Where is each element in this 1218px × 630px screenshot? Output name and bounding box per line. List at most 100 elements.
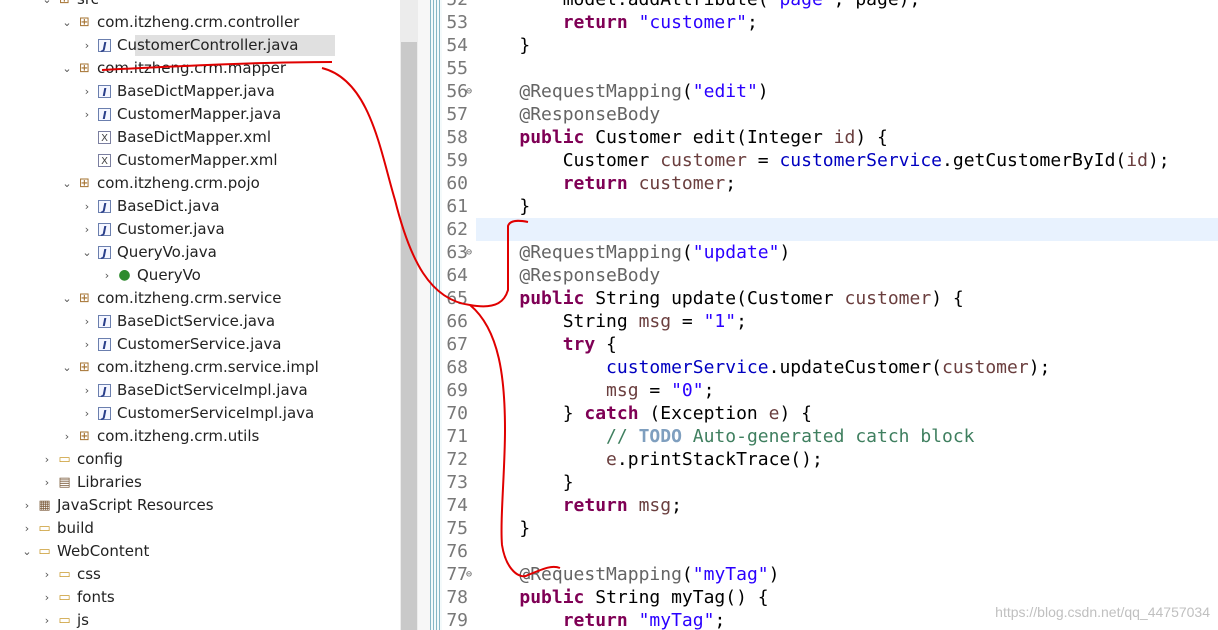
tree-item[interactable]: › ▤ Libraries <box>0 471 400 494</box>
code-line[interactable]: 74 return msg; <box>442 494 1218 517</box>
tree-item[interactable]: › J CustomerServiceImpl.java <box>0 402 400 425</box>
expand-chevron-icon[interactable]: ⌄ <box>60 287 74 310</box>
code-token: "0" <box>671 380 704 401</box>
code-line[interactable]: 77 ⊖ @RequestMapping("myTag") <box>442 563 1218 586</box>
tree-item[interactable]: ⌄ ▭ WebContent <box>0 540 400 563</box>
collapse-chevron-icon <box>80 126 94 149</box>
tree-item[interactable]: › I CustomerService.java <box>0 333 400 356</box>
code-token: ; <box>746 12 758 33</box>
code-text: } catch (Exception e) { <box>476 402 812 425</box>
expand-chevron-icon[interactable]: ⌄ <box>60 11 74 34</box>
code-text: try { <box>476 333 617 356</box>
collapse-chevron-icon[interactable]: › <box>80 34 94 57</box>
code-line[interactable]: 53 return "customer"; <box>442 11 1218 34</box>
collapse-chevron-icon[interactable]: › <box>80 218 94 241</box>
tree-item[interactable]: X CustomerMapper.xml <box>0 149 400 172</box>
code-line[interactable]: 59 Customer customer = customerService.g… <box>442 149 1218 172</box>
tree-item[interactable]: › I BaseDictMapper.java <box>0 80 400 103</box>
tree-item[interactable]: › I BaseDictService.java <box>0 310 400 333</box>
code-line[interactable]: 64 @ResponseBody <box>442 264 1218 287</box>
collapse-chevron-icon[interactable]: › <box>80 379 94 402</box>
fold-toggle-icon[interactable]: ⊖ <box>466 241 472 264</box>
collapse-chevron-icon[interactable]: › <box>40 586 54 609</box>
tree-item[interactable]: › ▭ css <box>0 563 400 586</box>
fold-toggle-icon[interactable]: ⊖ <box>466 563 472 586</box>
tree-item[interactable]: ⌄ ⊞ com.itzheng.crm.service <box>0 287 400 310</box>
code-token: customerService <box>779 150 943 171</box>
collapse-chevron-icon[interactable]: › <box>80 195 94 218</box>
code-line[interactable]: 57 @ResponseBody <box>442 103 1218 126</box>
code-line[interactable]: 58 public Customer edit(Integer id) { <box>442 126 1218 149</box>
code-line[interactable]: 76 <box>442 540 1218 563</box>
code-line[interactable]: 69 msg = "0"; <box>442 379 1218 402</box>
code-line[interactable]: 54 } <box>442 34 1218 57</box>
collapse-chevron-icon[interactable]: › <box>80 103 94 126</box>
scrollbar-thumb[interactable] <box>401 42 417 630</box>
collapse-chevron-icon[interactable]: › <box>100 264 114 287</box>
tree-item[interactable]: › J BaseDictServiceImpl.java <box>0 379 400 402</box>
collapse-chevron-icon[interactable]: › <box>40 609 54 630</box>
collapse-chevron-icon[interactable]: › <box>40 563 54 586</box>
code-line[interactable]: 68 customerService.updateCustomer(custom… <box>442 356 1218 379</box>
tree-item[interactable]: › ▦ JavaScript Resources <box>0 494 400 517</box>
collapse-chevron-icon[interactable]: › <box>80 80 94 103</box>
tree-item[interactable]: ⌄ J QueryVo.java <box>0 241 400 264</box>
tree-item[interactable]: › ▭ config <box>0 448 400 471</box>
code-line[interactable]: 75 } <box>442 517 1218 540</box>
code-line[interactable]: 62 <box>442 218 1218 241</box>
code-line[interactable]: 72 e.printStackTrace(); <box>442 448 1218 471</box>
tree-item[interactable]: › I CustomerMapper.java <box>0 103 400 126</box>
tree-item[interactable]: › ⊞ com.itzheng.crm.utils <box>0 425 400 448</box>
tree-item[interactable]: › ▭ build <box>0 517 400 540</box>
tree-item[interactable]: › ▭ fonts <box>0 586 400 609</box>
js-resources-icon: ▦ <box>38 498 51 513</box>
folder-icon: ▭ <box>38 521 51 536</box>
tree-item-label: WebContent <box>57 542 150 560</box>
tree-item[interactable]: › J Customer.java <box>0 218 400 241</box>
collapse-chevron-icon[interactable]: › <box>20 517 34 540</box>
collapse-chevron-icon[interactable]: › <box>80 333 94 356</box>
code-line[interactable]: 55 <box>442 57 1218 80</box>
code-line[interactable]: 67 try { <box>442 333 1218 356</box>
tree-item[interactable]: › ▭ js <box>0 609 400 630</box>
expand-chevron-icon[interactable]: ⌄ <box>80 241 94 264</box>
collapse-chevron-icon[interactable]: › <box>20 494 34 517</box>
collapse-chevron-icon[interactable]: › <box>60 425 74 448</box>
code-line[interactable]: 70 } catch (Exception e) { <box>442 402 1218 425</box>
code-line[interactable]: 52 model.addAttribute("page", page); <box>442 0 1218 11</box>
code-line[interactable]: 66 String msg = "1"; <box>442 310 1218 333</box>
expand-chevron-icon[interactable]: ⌄ <box>20 540 34 563</box>
tree-item[interactable]: ⌄ ⊞ com.itzheng.crm.controller <box>0 11 400 34</box>
tree-item[interactable]: ⌄ ⊞ com.itzheng.crm.mapper <box>0 57 400 80</box>
tree-item[interactable]: ⌄ ⊞ src <box>0 0 400 11</box>
code-token: customerService <box>606 357 769 378</box>
tree-item[interactable]: X BaseDictMapper.xml <box>0 126 400 149</box>
collapse-chevron-icon[interactable]: › <box>40 448 54 471</box>
expand-chevron-icon[interactable]: ⌄ <box>60 57 74 80</box>
code-line[interactable]: 60 return customer; <box>442 172 1218 195</box>
code-token: ( <box>681 564 693 585</box>
code-line[interactable]: 71 // TODO Auto-generated catch block <box>442 425 1218 448</box>
collapse-chevron-icon[interactable]: › <box>40 471 54 494</box>
fold-toggle-icon[interactable]: ⊖ <box>466 80 472 103</box>
explorer-scrollbar[interactable] <box>400 0 418 630</box>
code-line[interactable]: 63 ⊖ @RequestMapping("update") <box>442 241 1218 264</box>
collapse-chevron-icon[interactable]: › <box>80 402 94 425</box>
code-line[interactable]: 61 } <box>442 195 1218 218</box>
tree-item[interactable]: › J BaseDict.java <box>0 195 400 218</box>
expand-chevron-icon[interactable]: ⌄ <box>40 0 54 11</box>
code-line[interactable]: 65 public String update(Customer custome… <box>442 287 1218 310</box>
tree-item[interactable]: › J CustomerController.java <box>0 34 400 57</box>
code-line[interactable]: 73 } <box>442 471 1218 494</box>
expand-chevron-icon[interactable]: ⌄ <box>60 172 74 195</box>
tree-item[interactable]: ⌄ ⊞ com.itzheng.crm.service.impl <box>0 356 400 379</box>
collapse-chevron-icon[interactable]: › <box>80 310 94 333</box>
code-line[interactable]: 56 ⊖ @RequestMapping("edit") <box>442 80 1218 103</box>
code-token: } <box>476 196 531 217</box>
tree-item[interactable]: › ● QueryVo <box>0 264 400 287</box>
tree-item[interactable]: ⌄ ⊞ com.itzheng.crm.pojo <box>0 172 400 195</box>
code-editor[interactable]: 52 model.addAttribute("page", page);53 r… <box>442 0 1218 630</box>
expand-chevron-icon[interactable]: ⌄ <box>60 356 74 379</box>
line-number: 55 <box>446 58 468 79</box>
code-text: e.printStackTrace(); <box>476 448 823 471</box>
